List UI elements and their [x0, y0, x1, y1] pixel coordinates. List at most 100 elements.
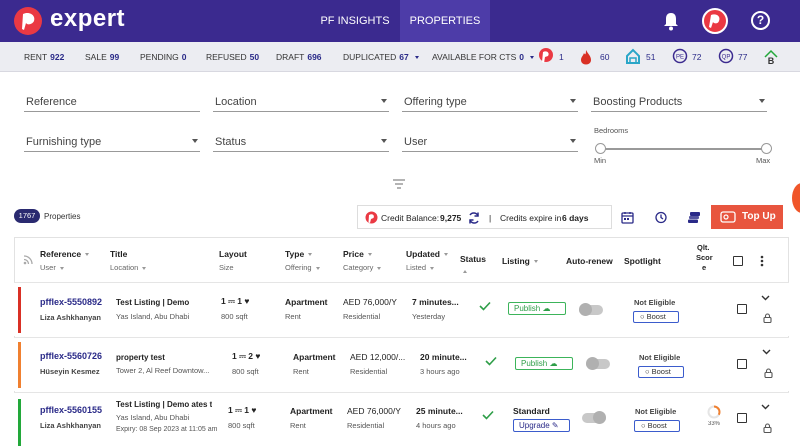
- badge-icon[interactable]: PE: [672, 48, 688, 64]
- row-offering: Rent: [285, 312, 301, 321]
- select-all-checkbox[interactable]: [733, 256, 743, 266]
- boost-button[interactable]: ○ Boost: [634, 420, 680, 432]
- row-reference-link[interactable]: pfflex-5560155: [40, 405, 102, 415]
- logo-text: expert: [50, 5, 126, 32]
- credit-balance-value: 9,275: [440, 213, 462, 223]
- credits-button[interactable]: [678, 205, 710, 229]
- row-spotlight-status: Not Eligible: [639, 353, 681, 362]
- table-row[interactable]: [14, 282, 789, 336]
- lock-icon[interactable]: [764, 368, 773, 378]
- pencil-icon: ✎: [551, 421, 559, 430]
- row-category: Residential: [347, 421, 385, 430]
- refresh-icon[interactable]: [467, 211, 481, 225]
- row-checkbox[interactable]: [737, 359, 747, 369]
- stats-bar: RENT 922 SALE 99 PENDING 0 REFUSED 50 DRAFT 6…: [0, 42, 800, 72]
- stat-sale[interactable]: SALE 99: [85, 42, 119, 72]
- row-location: Yas Island, Abu Dhabi: [116, 312, 190, 321]
- header-updated[interactable]: Updated: [406, 249, 448, 259]
- auto-renew-toggle[interactable]: [582, 411, 606, 424]
- row-location: Yas Island, Abu Dhabi: [116, 413, 190, 422]
- filter-toggle-icon[interactable]: [393, 176, 405, 194]
- user-avatar[interactable]: [702, 8, 728, 34]
- chevron-down-icon[interactable]: [761, 404, 770, 410]
- offering-type-filter[interactable]: Offering type: [402, 90, 578, 112]
- location-filter[interactable]: Location: [213, 90, 389, 112]
- stat-available-for-cts[interactable]: AVAILABLE FOR CTS 0: [432, 42, 535, 72]
- row-status-bar: [18, 399, 21, 446]
- calendar-button[interactable]: [612, 205, 644, 229]
- lock-icon[interactable]: [763, 313, 772, 323]
- stat-duplicated[interactable]: DUPLICATED 67: [343, 42, 420, 72]
- row-checkbox[interactable]: [737, 304, 747, 314]
- row-spotlight-status: Not Eligible: [635, 407, 677, 416]
- cloud-icon: ☁: [542, 304, 551, 313]
- row-reference-link[interactable]: pfflex-5560726: [40, 351, 102, 361]
- chevron-down-icon[interactable]: [761, 295, 770, 301]
- status-filter[interactable]: Status: [213, 130, 389, 152]
- row-type: Apartment: [285, 297, 328, 307]
- history-button[interactable]: [645, 205, 677, 229]
- chevron-down-icon[interactable]: [762, 349, 771, 355]
- header-reference[interactable]: Reference: [40, 249, 90, 259]
- publish-button[interactable]: Publish ☁: [515, 357, 573, 370]
- boost-button[interactable]: ○ Boost: [633, 311, 679, 323]
- row-checkbox[interactable]: [737, 413, 747, 423]
- header-user[interactable]: User: [40, 263, 64, 272]
- stat-pending[interactable]: PENDING 0: [140, 42, 186, 72]
- boosting-products-filter[interactable]: Boosting Products: [591, 90, 767, 112]
- home-verified-icon[interactable]: [625, 48, 641, 64]
- publish-button[interactable]: Publish ☁: [508, 302, 566, 315]
- quality-score-ring: [707, 405, 721, 419]
- bedrooms-slider-track[interactable]: [600, 148, 766, 150]
- furnishing-type-filter[interactable]: Furnishing type: [24, 130, 200, 152]
- stat-icon-count: 72: [692, 52, 702, 62]
- help-icon[interactable]: ?: [751, 11, 770, 30]
- expert-logo-icon: [365, 211, 378, 224]
- stat-refused[interactable]: REFUSED 50: [206, 42, 259, 72]
- header-listing[interactable]: Listing: [502, 256, 538, 266]
- logo-icon[interactable]: [14, 7, 42, 35]
- floating-action-button[interactable]: [792, 183, 800, 213]
- header-category[interactable]: Category: [343, 263, 382, 272]
- bedrooms-max-handle[interactable]: [761, 143, 772, 154]
- row-spotlight-status: Not Eligible: [634, 298, 676, 307]
- expert-badge-icon[interactable]: [538, 47, 554, 65]
- flame-icon[interactable]: [580, 49, 592, 65]
- credit-balance-panel: Credit Balance: 9,275 | Credits expire i…: [357, 205, 612, 229]
- stat-icon-count: 51: [646, 52, 656, 62]
- auto-renew-toggle[interactable]: [586, 357, 610, 370]
- reference-filter[interactable]: Reference: [24, 90, 200, 112]
- row-title: Test Listing | Demo: [116, 298, 190, 307]
- row-reference-link[interactable]: pfflex-5550892: [40, 297, 102, 307]
- chevron-down-icon: [759, 99, 765, 103]
- badge-icon[interactable]: QP: [718, 48, 734, 64]
- row-listing-tier: Standard: [513, 406, 550, 416]
- sort-arrow-icon[interactable]: [463, 266, 467, 275]
- auto-renew-toggle[interactable]: [579, 303, 603, 316]
- header-offering[interactable]: Offering: [285, 263, 320, 272]
- boost-button[interactable]: ○ Boost: [638, 366, 684, 378]
- bedrooms-min-handle[interactable]: [595, 143, 606, 154]
- bath-icon: ♥: [251, 405, 257, 415]
- lock-icon[interactable]: [763, 423, 772, 433]
- tab-properties[interactable]: PROPERTIES: [400, 0, 490, 42]
- chevron-down-icon: [381, 139, 387, 143]
- table-row[interactable]: [14, 337, 789, 391]
- header-type[interactable]: Type: [285, 249, 313, 259]
- header-price[interactable]: Price: [343, 249, 372, 259]
- building-icon[interactable]: B: [762, 48, 780, 66]
- stat-rent[interactable]: RENT 922: [24, 42, 64, 72]
- top-up-button[interactable]: Top Up: [711, 205, 783, 229]
- header-location[interactable]: Location: [110, 263, 147, 272]
- row-type: Apartment: [293, 352, 336, 362]
- user-filter[interactable]: User: [402, 130, 578, 152]
- property-count-badge: 1767: [14, 209, 40, 223]
- row-user: Hüseyin Kesmez: [40, 367, 100, 376]
- stat-draft[interactable]: DRAFT 696: [276, 42, 322, 72]
- notifications-bell-icon[interactable]: [662, 11, 680, 36]
- chevron-down-icon: [570, 139, 576, 143]
- upgrade-button[interactable]: Upgrade ✎: [513, 419, 570, 432]
- more-options-icon[interactable]: [760, 255, 764, 267]
- tab-pf-insights[interactable]: PF INSIGHTS: [314, 0, 396, 42]
- header-listed[interactable]: Listed: [406, 263, 435, 272]
